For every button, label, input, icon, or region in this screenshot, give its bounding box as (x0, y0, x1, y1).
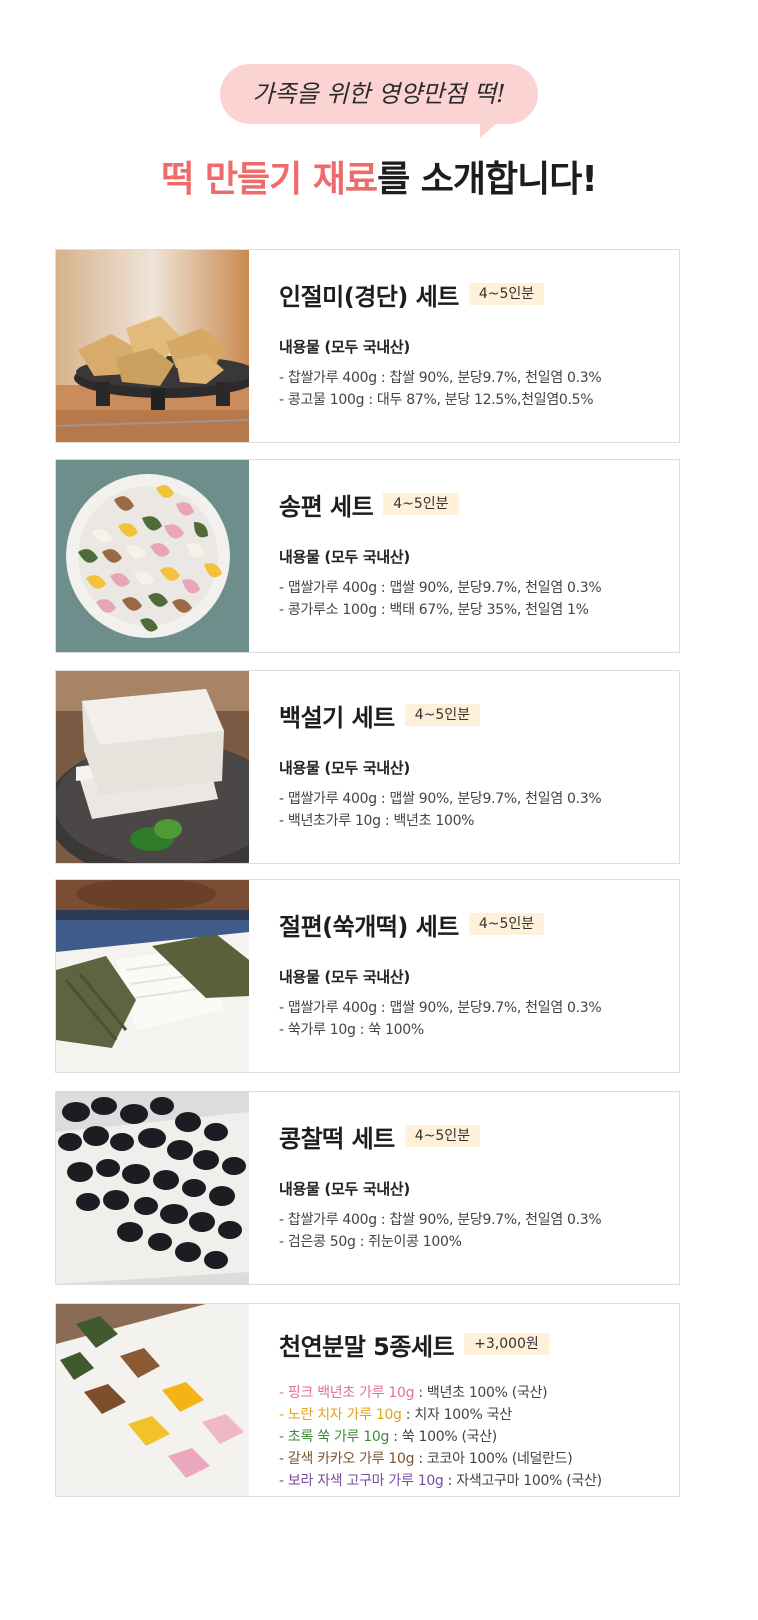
title-row: 절편(쑥개떡) 세트 4~5인분 (279, 904, 669, 944)
contents-line: - 콩가루소 100g : 백태 67%, 분당 35%, 천일염 1% (279, 602, 589, 618)
set-card-kongchaltteok: 콩찰떡 세트 4~5인분 내용물 (모두 국내산) - 찹쌀가루 400g : … (55, 1091, 680, 1285)
contents-label: 내용물 (모두 국내산) (279, 1180, 410, 1198)
jeolpyeon-illustration (56, 880, 249, 1072)
set-info: 콩찰떡 세트 4~5인분 내용물 (모두 국내산) - 찹쌀가루 400g : … (279, 1116, 669, 1253)
baekseolgi-photo (56, 671, 249, 863)
set-info: 백설기 세트 4~5인분 내용물 (모두 국내산) - 맵쌀가루 400g : … (279, 695, 669, 832)
contents-label: 내용물 (모두 국내산) (279, 338, 410, 356)
powder-list: - 핑크 백년초 가루 10g : 백년초 100% (국산) - 노란 치자 … (279, 1382, 669, 1492)
powder-illustration (56, 1304, 249, 1496)
price-badge: +3,000원 (464, 1333, 549, 1355)
powder-name: - 보라 자색 고구마 가루 10g (279, 1473, 444, 1489)
set-card-songpyeon: 송편 세트 4~5인분 내용물 (모두 국내산) - 맵쌀가루 400g : 맵… (55, 459, 680, 653)
contents-label: 내용물 (모두 국내산) (279, 548, 410, 566)
title-row: 콩찰떡 세트 4~5인분 (279, 1116, 669, 1156)
powder-detail: : 치자 100% 국산 (401, 1407, 512, 1423)
powder-name: - 핑크 백년초 가루 10g (279, 1385, 415, 1401)
contents-list: - 맵쌀가루 400g : 맵쌀 90%, 분당9.7%, 천일염 0.3% -… (279, 577, 669, 621)
contents-line: - 맵쌀가루 400g : 맵쌀 90%, 분당9.7%, 천일염 0.3% (279, 791, 602, 807)
contents-list: - 맵쌀가루 400g : 맵쌀 90%, 분당9.7%, 천일염 0.3% -… (279, 997, 669, 1041)
serving-badge: 4~5인분 (468, 913, 545, 935)
set-title: 천연분말 5종세트 (279, 1332, 455, 1361)
jeolpyeon-photo (56, 880, 249, 1072)
powder-item-brown: - 갈색 카카오 가루 10g : 코코아 100% (네덜란드) (279, 1448, 669, 1470)
contents-line: - 맵쌀가루 400g : 맵쌀 90%, 분당9.7%, 천일염 0.3% (279, 1000, 602, 1016)
set-info: 천연분말 5종세트 +3,000원 - 핑크 백년초 가루 10g : 백년초 … (279, 1324, 669, 1492)
songpyeon-illustration (56, 460, 249, 652)
powder-detail: : 코코아 100% (네덜란드) (414, 1451, 573, 1467)
tagline-area: 가족을 위한 영양만점 떡! (0, 64, 758, 138)
baekseolgi-illustration (56, 671, 249, 863)
contents-line: - 찹쌀가루 400g : 찹쌀 90%, 분당9.7%, 천일염 0.3% (279, 370, 602, 386)
set-card-natural-powder: 천연분말 5종세트 +3,000원 - 핑크 백년초 가루 10g : 백년초 … (55, 1303, 680, 1497)
tagline-bubble: 가족을 위한 영양만점 떡! (220, 64, 538, 138)
title-row: 천연분말 5종세트 +3,000원 (279, 1324, 669, 1364)
contents-line: - 검은콩 50g : 쥐눈이콩 100% (279, 1234, 462, 1250)
contents-list: - 찹쌀가루 400g : 찹쌀 90%, 분당9.7%, 천일염 0.3% -… (279, 1209, 669, 1253)
contents-line: - 찹쌀가루 400g : 찹쌀 90%, 분당9.7%, 천일염 0.3% (279, 1212, 602, 1228)
title-row: 인절미(경단) 세트 4~5인분 (279, 274, 669, 314)
serving-badge: 4~5인분 (404, 704, 481, 726)
songpyeon-photo (56, 460, 249, 652)
serving-badge: 4~5인분 (404, 1125, 481, 1147)
page-headline: 떡 만들기 재료를 소개합니다! (0, 150, 758, 202)
headline-rest: 를 소개합니다! (377, 159, 598, 200)
powder-detail: : 백년초 100% (국산) (414, 1385, 548, 1401)
serving-badge: 4~5인분 (468, 283, 545, 305)
powder-item-yellow: - 노란 치자 가루 10g : 치자 100% 국산 (279, 1404, 669, 1426)
contents-label: 내용물 (모두 국내산) (279, 968, 410, 986)
powder-item-green: - 초록 쑥 가루 10g : 쑥 100% (국산) (279, 1426, 669, 1448)
kongchaltteok-illustration (56, 1092, 249, 1284)
powder-name: - 노란 치자 가루 10g (279, 1407, 402, 1423)
powder-detail: : 자색고구마 100% (국산) (443, 1473, 602, 1489)
set-card-injeolmi: 인절미(경단) 세트 4~5인분 내용물 (모두 국내산) - 찹쌀가루 400… (55, 249, 680, 443)
injeolmi-illustration (56, 250, 249, 442)
set-info: 송편 세트 4~5인분 내용물 (모두 국내산) - 맵쌀가루 400g : 맵… (279, 484, 669, 621)
contents-label: 내용물 (모두 국내산) (279, 759, 410, 777)
serving-badge: 4~5인분 (383, 493, 459, 515)
set-title: 백설기 세트 (279, 703, 395, 732)
set-title: 콩찰떡 세트 (279, 1124, 395, 1153)
contents-line: - 콩고물 100g : 대두 87%, 분당 12.5%,천일염0.5% (279, 392, 594, 408)
powder-detail: : 쑥 100% (국산) (389, 1429, 497, 1445)
kongchaltteok-photo (56, 1092, 249, 1284)
contents-line: - 백년초가루 10g : 백년초 100% (279, 813, 475, 829)
set-title: 인절미(경단) 세트 (279, 282, 459, 311)
set-info: 인절미(경단) 세트 4~5인분 내용물 (모두 국내산) - 찹쌀가루 400… (279, 274, 669, 411)
set-info: 절편(쑥개떡) 세트 4~5인분 내용물 (모두 국내산) - 맵쌀가루 400… (279, 904, 669, 1041)
set-title: 절편(쑥개떡) 세트 (279, 912, 459, 941)
set-title: 송편 세트 (279, 492, 374, 521)
headline-highlight: 떡 만들기 재료 (161, 159, 378, 200)
title-row: 백설기 세트 4~5인분 (279, 695, 669, 735)
title-row: 송편 세트 4~5인분 (279, 484, 669, 524)
powder-photo (56, 1304, 249, 1496)
set-card-baekseolgi: 백설기 세트 4~5인분 내용물 (모두 국내산) - 맵쌀가루 400g : … (55, 670, 680, 864)
contents-line: - 맵쌀가루 400g : 맵쌀 90%, 분당9.7%, 천일염 0.3% (279, 580, 602, 596)
injeolmi-photo (56, 250, 249, 442)
contents-list: - 맵쌀가루 400g : 맵쌀 90%, 분당9.7%, 천일염 0.3% -… (279, 788, 669, 832)
set-card-jeolpyeon: 절편(쑥개떡) 세트 4~5인분 내용물 (모두 국내산) - 맵쌀가루 400… (55, 879, 680, 1073)
contents-line: - 쑥가루 10g : 쑥 100% (279, 1022, 424, 1038)
powder-item-pink: - 핑크 백년초 가루 10g : 백년초 100% (국산) (279, 1382, 669, 1404)
powder-item-purple: - 보라 자색 고구마 가루 10g : 자색고구마 100% (국산) (279, 1470, 669, 1492)
powder-name: - 초록 쑥 가루 10g (279, 1429, 390, 1445)
contents-list: - 찹쌀가루 400g : 찹쌀 90%, 분당9.7%, 천일염 0.3% -… (279, 367, 669, 411)
powder-name: - 갈색 카카오 가루 10g (279, 1451, 415, 1467)
